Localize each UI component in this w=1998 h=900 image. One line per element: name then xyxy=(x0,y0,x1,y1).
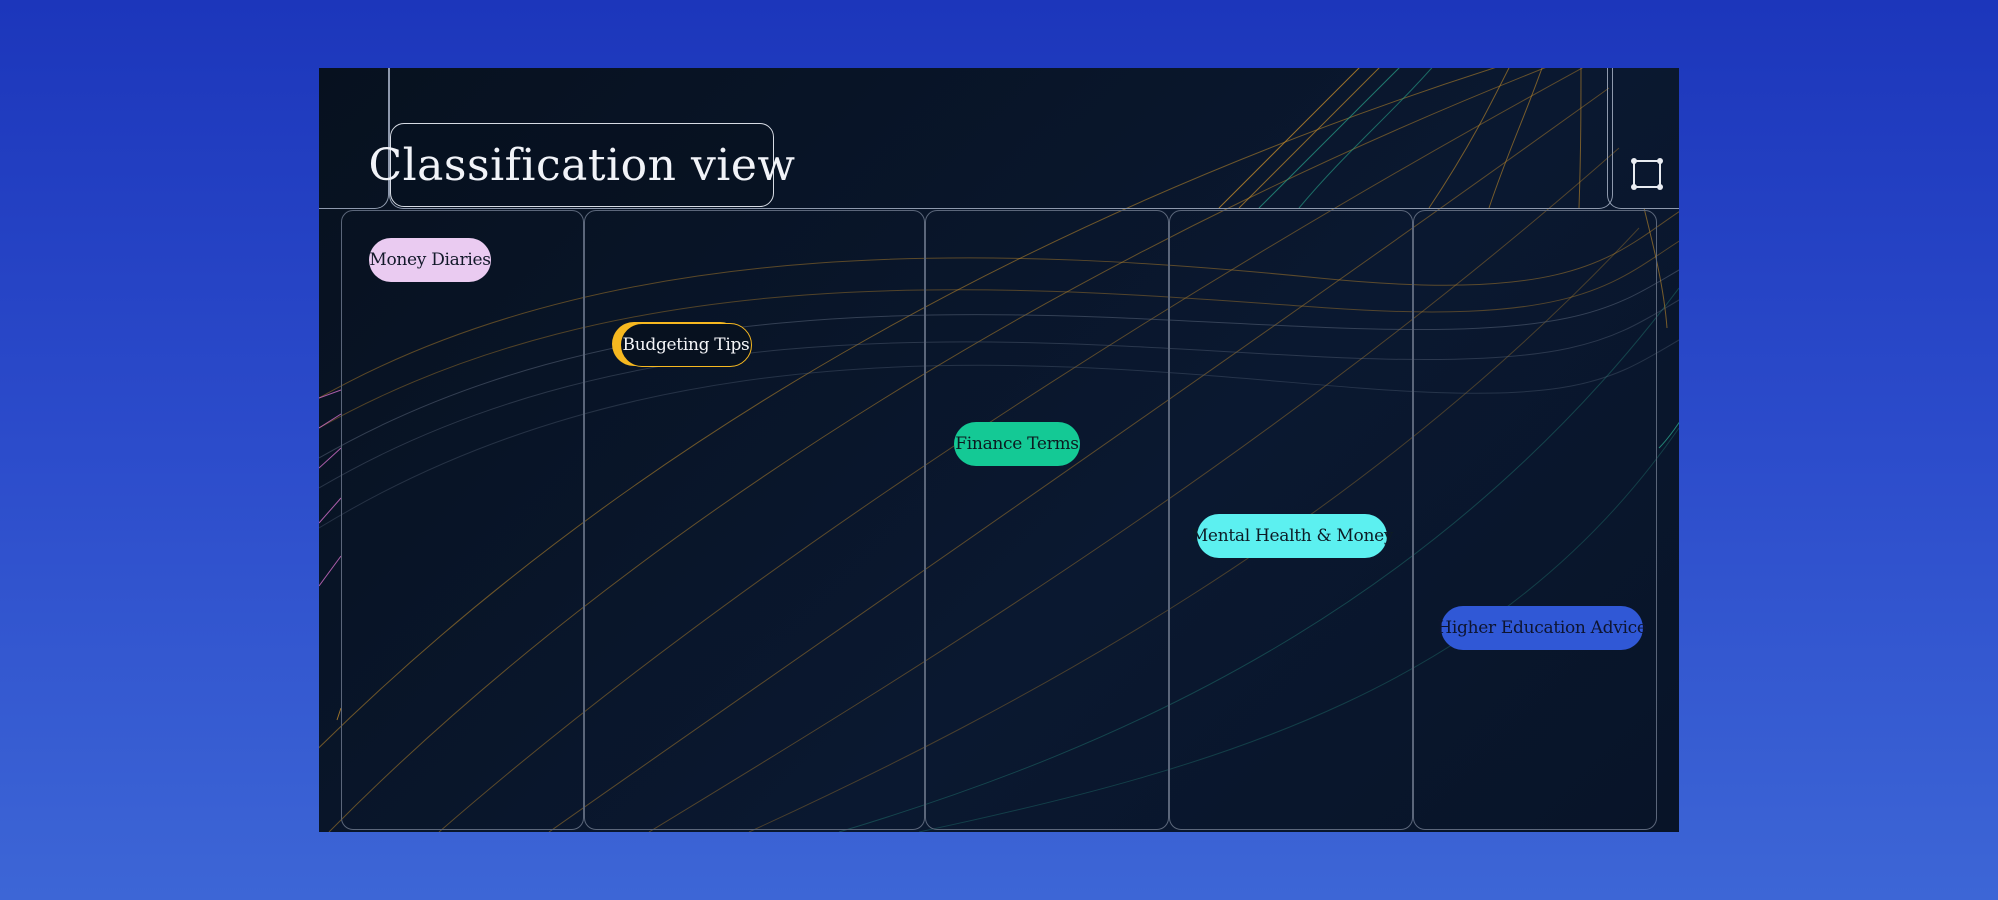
tag-budgeting-tips[interactable]: Budgeting Tips xyxy=(620,323,752,367)
page-title: Classification view xyxy=(368,139,796,191)
frame-selection-icon[interactable] xyxy=(1630,157,1664,191)
category-column-higher-education xyxy=(1413,210,1657,830)
tag-higher-education-advice[interactable]: Higher Education Advice xyxy=(1437,606,1647,650)
tag-finance-terms[interactable]: Finance Terms xyxy=(954,422,1080,466)
category-column-money-diaries xyxy=(341,210,584,830)
tag-mental-health-money[interactable]: Mental Health & Money xyxy=(1191,514,1393,558)
classification-panel: Classification view Money Diaries Budget… xyxy=(319,68,1679,832)
category-column-finance-terms xyxy=(925,210,1169,830)
tag-money-diaries[interactable]: Money Diaries xyxy=(369,238,491,282)
category-column-budgeting-tips xyxy=(584,210,925,830)
title-frame: Classification view xyxy=(368,123,795,207)
